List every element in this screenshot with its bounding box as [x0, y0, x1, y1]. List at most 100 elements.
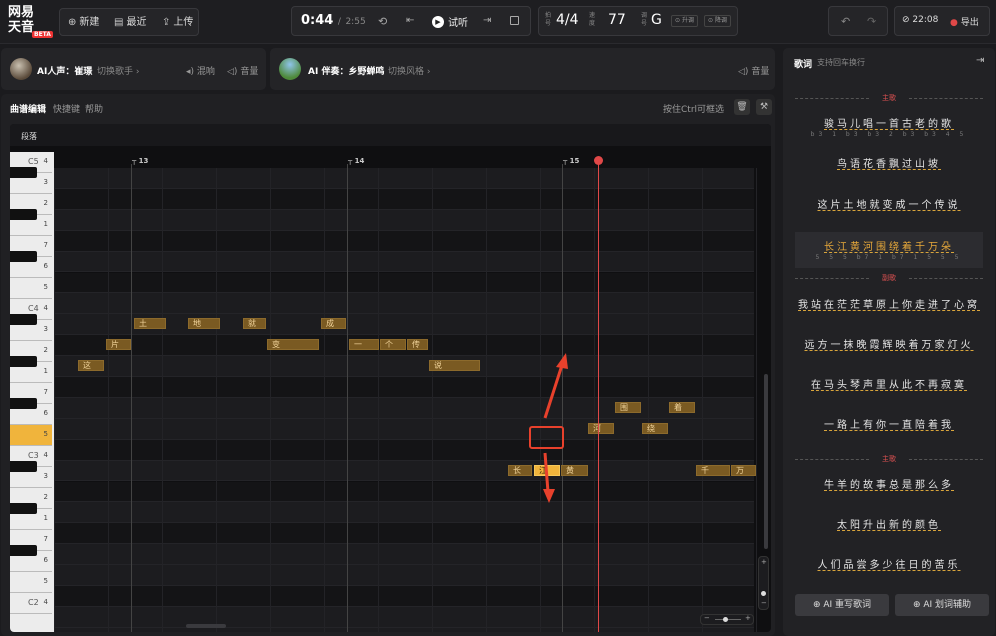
- lyric-line[interactable]: 长江黄河围绕着千万朵 5 5 5 b7 1 b7 1 5 5 5: [795, 232, 983, 268]
- recent-icon: ▤: [114, 17, 124, 28]
- lyric-line[interactable]: 人们品尝多少往日的苦乐: [783, 554, 995, 584]
- lyric-line[interactable]: 骏马儿唱一首古老的歌 b3 1 b3 b3 2 b3 b3 4 5: [783, 113, 995, 143]
- lyric-underline: [817, 567, 961, 571]
- reverb-label: 混响: [196, 67, 215, 77]
- time-current: 0:44: [301, 13, 334, 28]
- lyric-line[interactable]: 我站在茫茫草原上你走进了心窝: [783, 294, 995, 324]
- switch-singer-button[interactable]: 切换歌手 ›: [97, 64, 140, 77]
- annotation-arrow-up-head: [556, 353, 568, 369]
- lyric-line[interactable]: 太阳升出新的颜色: [783, 514, 995, 544]
- lyric-underline: [817, 207, 961, 211]
- key-up-icon: ⊙: [675, 17, 681, 24]
- vocal-volume-button[interactable]: ◁) 音量: [227, 64, 258, 77]
- ai-icon: ⊕: [912, 600, 921, 610]
- song-meta-bar: 拍号 4/4 速度 77 调号 G ⊙ 升调 ⊙ 降调: [538, 6, 738, 36]
- lyrics-panel: 歌词 支持回车换行 ⇥ 主歌 骏马儿唱一首古老的歌 b3 1 b3 b3 2 b3…: [783, 48, 995, 636]
- ai-rewrite-label: AI 重写歌词: [823, 600, 872, 610]
- lyrics-title: 歌词: [794, 60, 813, 70]
- section-verse-label: 主歌: [795, 93, 983, 103]
- export-button[interactable]: ● 导出: [950, 15, 979, 28]
- stop-icon[interactable]: [510, 16, 519, 25]
- time-separator: /: [337, 17, 341, 27]
- new-file-icon: ⊕: [68, 17, 77, 28]
- ai-assist-label: AI 划词辅助: [923, 600, 972, 610]
- accompaniment-volume-button[interactable]: ◁) 音量: [738, 64, 769, 77]
- lyric-underline: [824, 487, 954, 491]
- skip-forward-icon[interactable]: ⇥: [483, 15, 491, 26]
- key-up-button[interactable]: ⊙ 升调: [671, 15, 698, 27]
- new-button[interactable]: ⊕ 新建: [68, 9, 99, 37]
- skip-back-icon[interactable]: ⇤: [406, 15, 414, 26]
- lyric-line[interactable]: 一路上有你一直陪着我: [783, 414, 995, 444]
- key-up-label: 升调: [681, 17, 694, 24]
- key-value[interactable]: G: [651, 12, 662, 28]
- wrench-icon[interactable]: ⚒: [756, 99, 772, 115]
- chevron-right-icon: ›: [135, 67, 140, 77]
- key-down-button[interactable]: ⊙ 降调: [704, 15, 731, 27]
- accompaniment-volume-label: 音量: [751, 67, 770, 77]
- lyric-underline: [824, 126, 954, 130]
- ai-rewrite-lyrics-button[interactable]: ⊕ AI 重写歌词: [795, 594, 889, 616]
- lyric-line[interactable]: 鸟语花香飘过山坡: [783, 153, 995, 183]
- accompaniment-track-panel: AI 伴奏：乡野蝉鸣 切换风格 › ◁) 音量: [270, 48, 775, 90]
- section-verse-2-label: 主歌: [795, 454, 983, 464]
- export-icon: ●: [950, 18, 958, 28]
- beat-label: 拍号: [545, 12, 552, 27]
- lyric-underline: [837, 166, 941, 170]
- tab-help[interactable]: 帮助: [85, 102, 103, 115]
- collapse-panel-icon[interactable]: ⇥: [976, 55, 984, 66]
- vocal-track-panel: AI人声：崔璟 切换歌手 › ◂) 混响 ◁) 音量: [1, 48, 266, 90]
- undo-icon[interactable]: ↶: [841, 15, 850, 28]
- lyric-line[interactable]: 牛羊的故事总是那么多: [783, 474, 995, 504]
- loop-icon[interactable]: ⟲: [378, 15, 387, 28]
- lyric-underline: [824, 249, 954, 253]
- logo-line-1: 网易: [8, 5, 35, 20]
- play-label: 试听: [448, 18, 468, 29]
- key-down-label: 降调: [714, 17, 727, 24]
- clock-time: 22:08: [912, 15, 939, 25]
- lyric-pitch-numbers: 5 5 5 b7 1 b7 1 5 5 5: [815, 254, 963, 261]
- tab-score-edit[interactable]: 曲谱编辑: [10, 102, 46, 115]
- upload-button[interactable]: ⇪ 上传: [162, 9, 193, 37]
- annotation-box: [529, 426, 564, 449]
- reverb-button[interactable]: ◂) 混响: [186, 64, 215, 77]
- ai-word-assist-button[interactable]: ⊕ AI 划词辅助: [895, 594, 989, 616]
- top-bar: 网易 天音 BETA ⊕ 新建 ▤ 最近 ⇪ 上传 0:44 / 2:55 ⟲ ⇤ ▶…: [0, 0, 996, 44]
- file-menu: ⊕ 新建 ▤ 最近 ⇪ 上传: [59, 8, 199, 36]
- time-total: 2:55: [345, 17, 366, 27]
- export-label: 导出: [960, 18, 979, 28]
- new-label: 新建: [79, 17, 100, 28]
- lyric-underline: [804, 347, 974, 351]
- switch-singer-label: 切换歌手: [97, 67, 134, 77]
- tempo-value[interactable]: 77: [608, 12, 626, 28]
- accompaniment-title: AI 伴奏：乡野蝉鸣: [308, 67, 385, 77]
- beat-value[interactable]: 4/4: [556, 12, 579, 28]
- time-readout: 0:44 / 2:55: [301, 13, 366, 28]
- section-chorus-label: 副歌: [795, 273, 983, 283]
- lyric-underline: [824, 427, 954, 431]
- clock-icon: ⊘: [902, 15, 910, 25]
- tab-shortcuts[interactable]: 快捷键: [53, 102, 80, 115]
- vocal-title: AI人声：崔璟: [37, 67, 93, 77]
- vocal-volume-label: 音量: [240, 67, 259, 77]
- recent-button[interactable]: ▤ 最近: [114, 9, 146, 37]
- lyric-line[interactable]: 在马头琴声里从此不再寂寞: [783, 374, 995, 404]
- lyric-line[interactable]: 这片土地就变成一个传说: [783, 194, 995, 224]
- history-bar: ↶ ↷: [828, 6, 888, 36]
- switch-style-button[interactable]: 切换风格 ›: [388, 64, 431, 77]
- speaker-icon: ◁): [227, 67, 238, 77]
- redo-icon[interactable]: ↷: [867, 15, 876, 28]
- play-button[interactable]: ▶ 试听: [432, 14, 468, 29]
- lyric-underline: [798, 307, 980, 311]
- upload-icon: ⇪: [162, 17, 171, 28]
- ai-icon: ⊕: [812, 600, 821, 610]
- trash-icon[interactable]: 🗑: [734, 99, 750, 115]
- upload-label: 上传: [173, 17, 194, 28]
- transport-bar: 0:44 / 2:55 ⟲ ⇤ ▶ 试听 ⇥: [291, 6, 531, 36]
- lyric-underline: [837, 527, 941, 531]
- annotation-arrow-down-head: [543, 489, 555, 503]
- lyric-underline: [811, 387, 967, 391]
- key-down-icon: ⊙: [708, 17, 714, 24]
- lyric-line[interactable]: 远方一抹晚霞辉映着万家灯火: [783, 334, 995, 364]
- accompaniment-avatar: [279, 58, 301, 80]
